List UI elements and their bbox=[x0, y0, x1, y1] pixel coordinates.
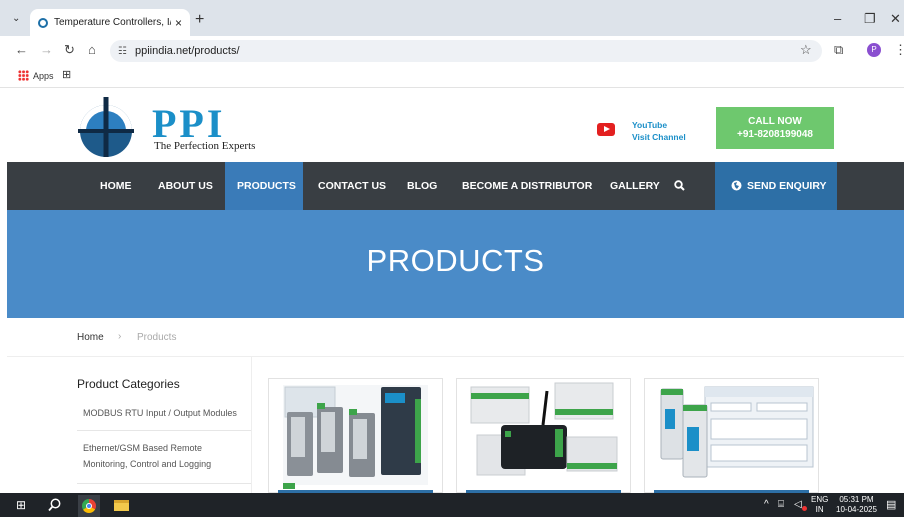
bookmark-star-icon[interactable]: ☆ bbox=[800, 42, 812, 58]
sidebar-title: Product Categories bbox=[77, 377, 180, 391]
search-icon[interactable] bbox=[48, 498, 62, 512]
apps-bookmark[interactable]: Apps bbox=[33, 71, 54, 81]
breadcrumb-home[interactable]: Home bbox=[77, 332, 104, 343]
language-indicator[interactable]: ENG IN bbox=[811, 495, 828, 515]
youtube-link[interactable]: YouTube Visit Channel bbox=[632, 119, 686, 143]
nav-gallery[interactable]: GALLERY bbox=[610, 162, 660, 210]
youtube-label: YouTube bbox=[632, 120, 668, 130]
nav-contact-us[interactable]: CONTACT US bbox=[318, 162, 386, 210]
language-code: ENG bbox=[811, 495, 829, 504]
search-icon[interactable] bbox=[674, 180, 685, 191]
extensions-icon[interactable]: ⧉ bbox=[834, 42, 843, 58]
region-code: IN bbox=[815, 505, 824, 514]
windows-start-icon[interactable]: ⊞ bbox=[16, 493, 26, 517]
call-now-button[interactable]: CALL NOW +91-8208199048 bbox=[716, 107, 834, 149]
home-icon[interactable]: ⌂ bbox=[88, 42, 96, 57]
send-enquiry-label: SEND ENQUIRY bbox=[747, 180, 827, 192]
tab-close-icon[interactable]: × bbox=[175, 16, 182, 30]
address-bar[interactable]: ☷ ppiindia.net/products/ bbox=[110, 40, 822, 62]
product-image bbox=[283, 385, 428, 489]
product-image bbox=[467, 382, 622, 485]
divider bbox=[7, 356, 904, 357]
ppi-logo-icon[interactable] bbox=[76, 93, 136, 159]
chrome-icon-center bbox=[86, 503, 92, 509]
nav-home[interactable]: HOME bbox=[100, 162, 132, 210]
page-title: PRODUCTS bbox=[366, 243, 545, 278]
site-favicon-icon bbox=[38, 17, 48, 28]
product-card[interactable] bbox=[644, 378, 819, 493]
reload-icon[interactable]: ↻ bbox=[64, 42, 75, 58]
network-icon[interactable]: ⌸ bbox=[778, 493, 784, 517]
sidebar-item-modbus[interactable]: MODBUS RTU Input / Output Modules bbox=[83, 405, 248, 421]
minimize-button[interactable]: – bbox=[834, 11, 841, 26]
notifications-icon[interactable]: ▤ bbox=[886, 493, 896, 517]
new-tab-button[interactable]: + bbox=[195, 11, 204, 29]
back-arrow-icon[interactable]: ← bbox=[15, 42, 28, 57]
profile-avatar[interactable]: P bbox=[867, 43, 881, 57]
youtube-subtitle: Visit Channel bbox=[632, 132, 686, 142]
nav-become-distributor[interactable]: BECOME A DISTRIBUTOR bbox=[462, 162, 592, 210]
close-window-button[interactable]: ✕ bbox=[890, 11, 901, 27]
tray-chevron-up-icon[interactable]: ^ bbox=[764, 493, 769, 517]
product-card[interactable] bbox=[456, 378, 631, 493]
tab-groups-icon[interactable]: ⊞ bbox=[62, 68, 71, 81]
call-number: +91-8208199048 bbox=[737, 129, 813, 140]
apps-grid-icon bbox=[18, 70, 29, 81]
product-card[interactable] bbox=[268, 378, 443, 493]
sidebar-divider-line bbox=[77, 483, 251, 484]
nav-about-us[interactable]: ABOUT US bbox=[158, 162, 213, 210]
maximize-button[interactable]: ❐ bbox=[864, 11, 876, 27]
sidebar-item-ethernet-gsm[interactable]: Ethernet/GSM Based Remote Monitoring, Co… bbox=[83, 440, 248, 472]
file-explorer-icon[interactable] bbox=[114, 500, 129, 511]
forward-arrow-icon[interactable]: → bbox=[40, 42, 53, 57]
site-info-icon[interactable]: ☷ bbox=[118, 46, 127, 57]
globe-icon bbox=[731, 180, 742, 191]
youtube-icon[interactable] bbox=[597, 123, 615, 136]
volume-icon[interactable]: ◁ bbox=[794, 493, 802, 517]
logo-tagline: The Perfection Experts bbox=[154, 140, 256, 152]
browser-tab[interactable]: Temperature Controllers, I/O M × bbox=[30, 9, 190, 36]
breadcrumb-separator-icon: › bbox=[118, 331, 122, 342]
nav-products[interactable]: PRODUCTS bbox=[237, 162, 296, 210]
tab-title: Temperature Controllers, I/O M bbox=[54, 17, 171, 28]
browser-menu-icon[interactable]: ⋮ bbox=[894, 42, 904, 58]
tab-search-chevron-icon[interactable]: ⌄ bbox=[12, 13, 20, 24]
volume-muted-badge bbox=[802, 506, 807, 511]
clock-date: 10-04-2025 bbox=[836, 505, 877, 514]
call-now-label: CALL NOW bbox=[748, 116, 802, 127]
url-text: ppiindia.net/products/ bbox=[134, 45, 240, 57]
clock-time: 05:31 PM bbox=[839, 495, 874, 504]
breadcrumb-current: Products bbox=[137, 332, 177, 343]
sidebar-divider bbox=[251, 357, 252, 493]
bookmarks-bar bbox=[0, 66, 904, 88]
system-clock[interactable]: 05:31 PM 10-04-2025 bbox=[836, 495, 877, 515]
nav-blog[interactable]: BLOG bbox=[407, 162, 437, 210]
sidebar-divider-line bbox=[77, 430, 251, 431]
product-image bbox=[653, 383, 814, 487]
